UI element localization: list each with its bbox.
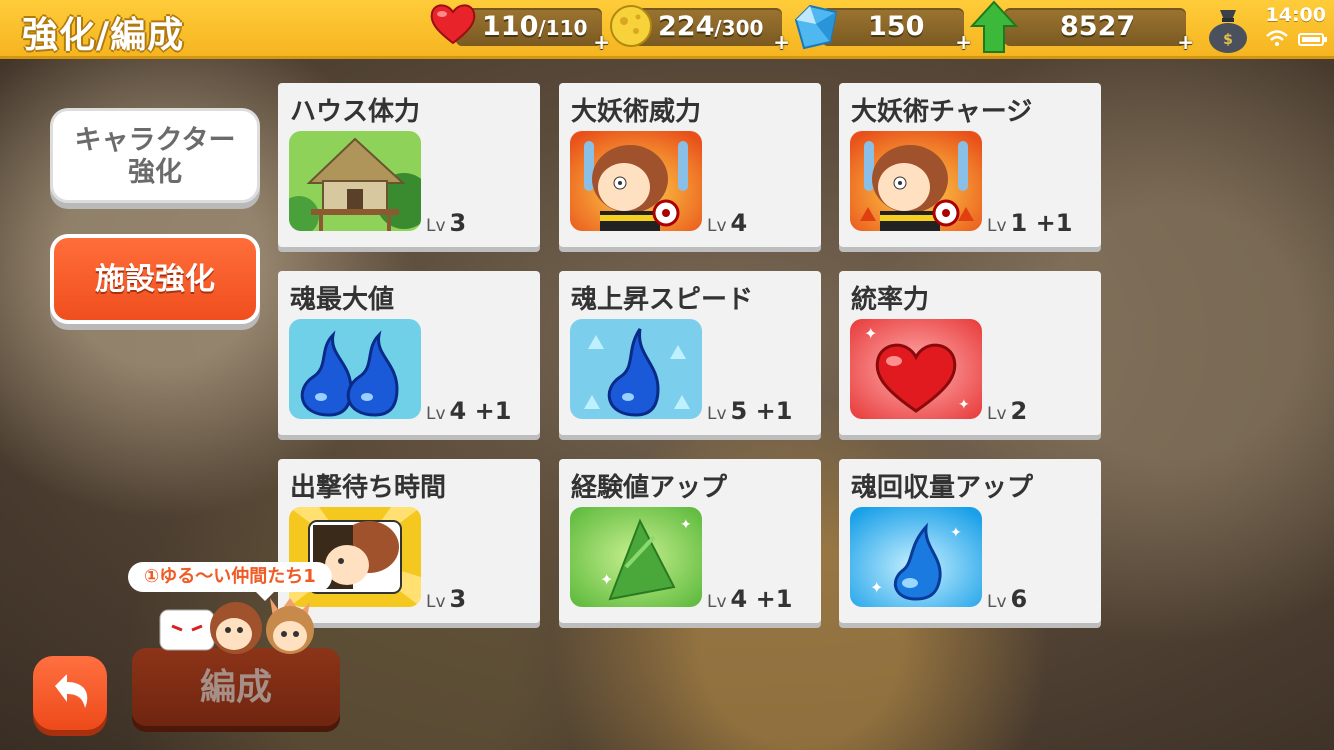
upgrade-card-soul-collect[interactable]: 魂回収量アップ ✦ ✦ Lv 6	[839, 459, 1101, 623]
exp-leaf-icon: ✦ ✦	[570, 507, 702, 607]
party-character-icons	[159, 598, 314, 654]
level-value: 4	[730, 209, 748, 237]
hp-max: /110	[538, 16, 588, 40]
points-plus: +	[1177, 30, 1194, 54]
card-title: 魂回収量アップ	[851, 473, 1034, 503]
upgrade-card-leadership[interactable]: 統率力 ✦ ✦ Lv 2	[839, 271, 1101, 435]
upgrade-card-house-hp[interactable]: ハウス体力 Lv 3	[278, 83, 540, 247]
coin-icon	[610, 5, 652, 47]
character-portrait-icon	[289, 507, 421, 607]
card-title: ハウス体力	[290, 97, 421, 127]
card-title: 統率力	[851, 285, 930, 315]
level-value: 3	[449, 209, 467, 237]
svg-text:✦: ✦	[864, 324, 877, 343]
card-title: 大妖術チャージ	[851, 97, 1033, 127]
lv-prefix: Lv	[426, 404, 446, 424]
tab-character-upgrade[interactable]: キャラクター 強化	[50, 108, 260, 203]
upgrade-card-exp-up[interactable]: 経験値アップ ✦ ✦ Lv 4 +1	[559, 459, 821, 623]
level-value: 4 +1	[730, 585, 793, 613]
lv-prefix: Lv	[987, 216, 1007, 236]
lv-prefix: Lv	[707, 592, 727, 612]
svg-text:✦: ✦	[600, 570, 613, 589]
tab-character-label-1: キャラクター	[74, 125, 236, 156]
upgrade-card-soul-speed[interactable]: 魂上昇スピード Lv 5 +1	[559, 271, 821, 435]
soul-drop-icon: ✦ ✦	[850, 507, 982, 607]
level-value: 5 +1	[730, 397, 793, 425]
wifi-icon	[1266, 30, 1288, 46]
lv-prefix: Lv	[987, 404, 1007, 424]
upgrade-card-soul-max[interactable]: 魂最大値 Lv 4 +1	[278, 271, 540, 435]
clock: 14:00	[1265, 4, 1326, 26]
points-counter[interactable]: 8527 +	[1004, 8, 1194, 54]
svg-text:✦: ✦	[958, 397, 970, 413]
battery-icon	[1298, 33, 1327, 46]
level-value: 1 +1	[1010, 209, 1073, 237]
coin-max: /300	[714, 16, 764, 40]
card-title: 魂最大値	[290, 285, 395, 315]
soul-speed-icon	[570, 319, 702, 419]
crystal-counter[interactable]: 150 +	[822, 8, 972, 54]
party-name-bubble: ①ゆる〜い仲間たち1	[128, 562, 332, 601]
points-value: 8527	[1060, 11, 1136, 42]
tab-character-label-2: 強化	[128, 157, 182, 188]
lv-prefix: Lv	[707, 404, 727, 424]
coin-counter[interactable]: 224/300 +	[634, 8, 790, 54]
svg-text:✦: ✦	[950, 525, 962, 541]
back-button[interactable]	[33, 656, 107, 730]
coin-plus: +	[773, 30, 790, 54]
level-value: 6	[1010, 585, 1028, 613]
crystal-icon	[794, 4, 838, 50]
tab-facility-upgrade[interactable]: 施設強化	[50, 234, 260, 324]
heart-burst-icon: ✦ ✦	[850, 319, 982, 419]
level-value: 2	[1010, 397, 1028, 425]
kitaro-charge-icon	[850, 131, 982, 231]
lv-prefix: Lv	[426, 592, 446, 612]
svg-text:✦: ✦	[680, 517, 692, 533]
card-title: 魂上昇スピード	[571, 285, 754, 315]
heart-icon	[430, 4, 476, 45]
coin-value: 224	[658, 11, 715, 42]
svg-text:✦: ✦	[870, 578, 883, 597]
money-bag-icon[interactable]: $	[1206, 4, 1250, 54]
page-title: 強化/編成	[22, 15, 185, 56]
lv-prefix: Lv	[987, 592, 1007, 612]
lv-prefix: Lv	[426, 216, 446, 236]
level-value: 3	[449, 585, 467, 613]
level-value: 4 +1	[449, 397, 512, 425]
upgrade-card-skill-power[interactable]: 大妖術威力 Lv 4	[559, 83, 821, 247]
formation-button[interactable]: 編成	[132, 648, 340, 726]
card-title: 出撃待ち時間	[290, 473, 447, 503]
lv-prefix: Lv	[707, 216, 727, 236]
green-arrow-icon	[970, 0, 1018, 53]
card-title: 大妖術威力	[571, 97, 702, 127]
hp-value: 110	[482, 11, 539, 42]
card-title: 経験値アップ	[571, 473, 728, 503]
upgrade-card-skill-charge[interactable]: 大妖術チャージ Lv 1 +1	[839, 83, 1101, 247]
kitaro-character-icon	[570, 131, 702, 231]
house-icon	[289, 131, 421, 231]
back-arrow-icon	[55, 674, 88, 708]
crystal-value: 150	[868, 11, 925, 42]
svg-text:$: $	[1223, 32, 1233, 48]
soul-flame-icon	[289, 319, 421, 419]
top-bar: 強化/編成 110/110 + 224/300 + 150 + 8527 + $…	[0, 0, 1334, 59]
